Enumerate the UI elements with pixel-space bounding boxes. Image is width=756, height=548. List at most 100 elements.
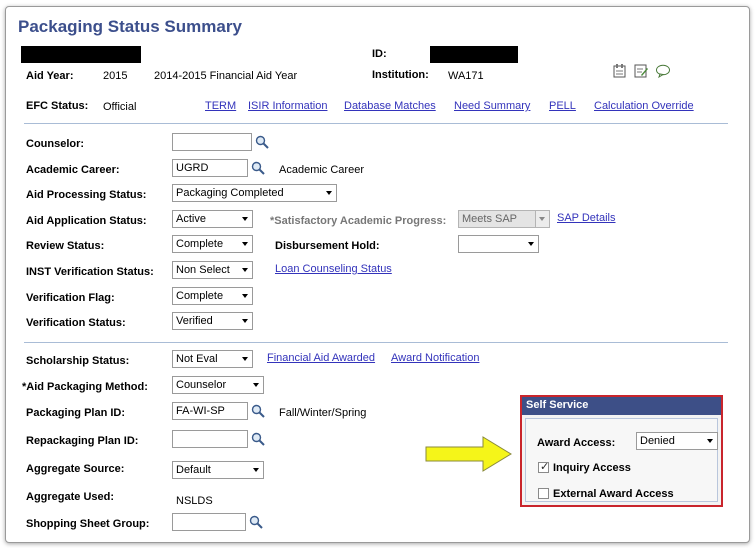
term-link[interactable]: TERM xyxy=(205,100,236,112)
isir-information-link[interactable]: ISIR Information xyxy=(248,100,327,112)
chevron-down-icon xyxy=(242,319,248,323)
verification-flag-select[interactable]: Complete xyxy=(172,287,253,305)
repackaging-plan-id-input[interactable] xyxy=(172,430,248,448)
sap-select: Meets SAP xyxy=(458,210,550,228)
aid-packaging-method-select[interactable]: Counselor xyxy=(172,376,264,394)
chevron-down-icon xyxy=(253,468,259,472)
review-status-value: Complete xyxy=(176,238,224,250)
verification-flag-value: Complete xyxy=(176,290,224,302)
page-frame: Packaging Status Summary ID: Aid Year: 2… xyxy=(5,6,750,543)
redacted-id xyxy=(430,46,518,63)
scholarship-status-label: Scholarship Status: xyxy=(26,355,130,367)
loan-counseling-status-link[interactable]: Loan Counseling Status xyxy=(275,263,392,275)
award-access-select[interactable]: Denied xyxy=(636,432,718,450)
aid-year-value: 2015 xyxy=(103,70,128,82)
verification-status-label: Verification Status: xyxy=(26,317,126,329)
institution-value: WA171 xyxy=(448,70,484,82)
award-notification-link[interactable]: Award Notification xyxy=(391,352,479,364)
verification-status-select[interactable]: Verified xyxy=(172,312,253,330)
id-label: ID: xyxy=(372,48,387,60)
repackaging-plan-id-label: Repackaging Plan ID: xyxy=(26,435,139,447)
aid-processing-status-label: Aid Processing Status: xyxy=(26,189,147,201)
calculation-override-link[interactable]: Calculation Override xyxy=(594,100,694,112)
packaging-plan-lookup-icon[interactable] xyxy=(251,404,265,418)
sap-details-link[interactable]: SAP Details xyxy=(557,212,616,224)
aid-application-status-value: Active xyxy=(176,213,206,225)
packaging-plan-id-input[interactable]: FA-WI-SP xyxy=(172,402,248,420)
callout-arrow-icon xyxy=(425,436,512,472)
self-service-title: Self Service xyxy=(522,397,721,415)
institution-label: Institution: xyxy=(372,69,429,81)
counselor-input[interactable] xyxy=(172,133,252,151)
redacted-name xyxy=(21,46,141,63)
database-matches-link[interactable]: Database Matches xyxy=(344,100,436,112)
chevron-down-icon xyxy=(707,439,713,443)
chevron-down-icon xyxy=(242,242,248,246)
packaging-plan-description: Fall/Winter/Spring xyxy=(279,407,367,419)
aid-year-label: Aid Year: xyxy=(26,70,74,82)
aggregate-source-select[interactable]: Default xyxy=(172,461,264,479)
aid-processing-status-value: Packaging Completed xyxy=(176,187,284,199)
sap-label: *Satisfactory Academic Progress: xyxy=(270,215,447,227)
financial-aid-awarded-link[interactable]: Financial Aid Awarded xyxy=(267,352,375,364)
academic-career-lookup-icon[interactable] xyxy=(251,161,265,175)
sap-value: Meets SAP xyxy=(462,213,518,225)
comment-icon[interactable] xyxy=(655,63,671,79)
award-access-label: Award Access: xyxy=(537,437,616,449)
aid-packaging-method-label: *Aid Packaging Method: xyxy=(22,381,148,393)
verification-status-value: Verified xyxy=(176,315,213,327)
academic-career-input[interactable]: UGRD xyxy=(172,159,248,177)
chevron-down-icon xyxy=(242,294,248,298)
inst-verification-status-select[interactable]: Non Select xyxy=(172,261,253,279)
inst-verification-status-label: INST Verification Status: xyxy=(26,266,154,278)
scholarship-status-select[interactable]: Not Eval xyxy=(172,350,253,368)
aggregate-source-value: Default xyxy=(176,464,211,476)
page-title: Packaging Status Summary xyxy=(18,17,242,36)
pell-link[interactable]: PELL xyxy=(549,100,576,112)
counselor-label: Counselor: xyxy=(26,138,85,150)
counselor-lookup-icon[interactable] xyxy=(255,135,269,149)
efc-status-label: EFC Status: xyxy=(26,100,89,112)
review-status-select[interactable]: Complete xyxy=(172,235,253,253)
aggregate-source-label: Aggregate Source: xyxy=(26,463,125,475)
chevron-down-icon xyxy=(242,268,248,272)
external-award-access-label: External Award Access xyxy=(553,488,674,500)
academic-career-description: Academic Career xyxy=(279,164,364,176)
award-access-value: Denied xyxy=(640,435,675,447)
aggregate-used-label: Aggregate Used: xyxy=(26,491,115,503)
chevron-down-icon xyxy=(242,217,248,221)
chevron-down-icon xyxy=(326,191,332,195)
chevron-down-icon xyxy=(253,383,259,387)
aid-year-description: 2014-2015 Financial Aid Year xyxy=(154,70,298,82)
verification-flag-label: Verification Flag: xyxy=(26,292,115,304)
self-service-body: Award Access: Denied Inquiry Access Exte… xyxy=(525,418,718,502)
aid-processing-status-select[interactable]: Packaging Completed xyxy=(172,184,337,202)
inst-verification-status-value: Non Select xyxy=(176,264,230,276)
chevron-down-icon xyxy=(539,217,545,221)
efc-status-value: Official xyxy=(103,101,137,113)
disbursement-hold-select[interactable] xyxy=(458,235,539,253)
chevron-down-icon xyxy=(528,242,534,246)
review-status-label: Review Status: xyxy=(26,240,105,252)
packaging-plan-id-label: Packaging Plan ID: xyxy=(26,407,126,419)
scholarship-status-value: Not Eval xyxy=(176,353,218,365)
aid-packaging-method-value: Counselor xyxy=(176,379,227,391)
shopping-sheet-group-input[interactable] xyxy=(172,513,246,531)
aid-application-status-label: Aid Application Status: xyxy=(26,215,147,227)
repackaging-plan-lookup-icon[interactable] xyxy=(251,432,265,446)
divider xyxy=(24,123,728,124)
disbursement-hold-label: Disbursement Hold: xyxy=(275,240,380,252)
inquiry-access-label: Inquiry Access xyxy=(553,462,631,474)
divider xyxy=(24,342,728,343)
shopping-sheet-lookup-icon[interactable] xyxy=(249,515,263,529)
self-service-panel: Self Service Award Access: Denied Inquir… xyxy=(520,395,723,507)
external-award-access-checkbox[interactable] xyxy=(538,488,549,499)
need-summary-link[interactable]: Need Summary xyxy=(454,100,530,112)
edit-icon[interactable] xyxy=(633,63,649,79)
chevron-down-icon xyxy=(242,357,248,361)
aid-application-status-select[interactable]: Active xyxy=(172,210,253,228)
notepad-icon[interactable] xyxy=(612,63,628,79)
aggregate-used-value: NSLDS xyxy=(176,495,213,507)
academic-career-label: Academic Career: xyxy=(26,164,120,176)
inquiry-access-checkbox[interactable] xyxy=(538,460,549,473)
